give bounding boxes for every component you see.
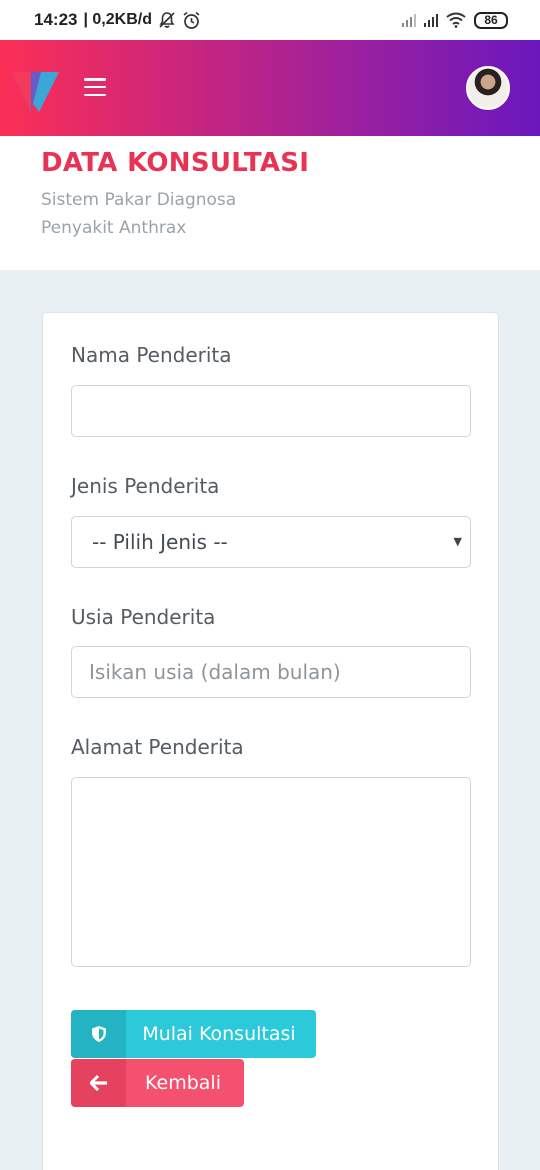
age-label: Usia Penderita (71, 605, 216, 629)
page-title: DATA KONSULTASI (41, 148, 310, 178)
back-button[interactable]: Kembali (71, 1059, 244, 1107)
signal-icon (402, 13, 416, 27)
type-label: Jenis Penderita (71, 474, 220, 498)
address-label: Alamat Penderita (71, 735, 244, 759)
status-left: 14:23 | 0,2KB/d (34, 10, 201, 30)
dropdown-arrow-icon: ▼ (453, 535, 462, 548)
title-section: DATA KONSULTASI Sistem Pakar Diagnosa Pe… (0, 136, 540, 270)
name-input[interactable] (71, 385, 471, 437)
hamburger-menu-icon[interactable] (84, 78, 106, 96)
status-network-speed: | 0,2KB/d (83, 11, 152, 28)
back-label: Kembali (145, 1072, 221, 1094)
address-textarea[interactable] (71, 777, 471, 967)
alarm-icon (183, 11, 200, 29)
signal-icon (424, 13, 438, 27)
start-consultation-label: Mulai Konsultasi (142, 1023, 296, 1045)
age-input[interactable] (71, 646, 471, 698)
consultation-form-card: Nama Penderita Jenis Penderita -- Pilih … (42, 312, 499, 1170)
status-bar: 14:23 | 0,2KB/d 86 (0, 0, 540, 40)
name-label: Nama Penderita (71, 343, 232, 367)
start-consultation-button[interactable]: Mulai Konsultasi (71, 1010, 316, 1058)
notifications-muted-icon (159, 12, 175, 28)
app-header (0, 40, 540, 136)
v-logo-icon[interactable] (11, 68, 59, 112)
battery-indicator: 86 (474, 11, 508, 29)
arrow-left-icon (71, 1059, 126, 1107)
page-subtitle: Sistem Pakar Diagnosa Penyakit Anthrax (41, 190, 237, 238)
wifi-icon (446, 12, 466, 28)
shield-icon (71, 1010, 126, 1058)
status-time: 14:23 (34, 10, 78, 29)
user-avatar[interactable] (466, 66, 510, 110)
status-right: 86 (402, 11, 508, 29)
type-select-value: -- Pilih Jenis -- (92, 530, 228, 554)
type-select[interactable]: -- Pilih Jenis -- ▼ (71, 516, 471, 568)
